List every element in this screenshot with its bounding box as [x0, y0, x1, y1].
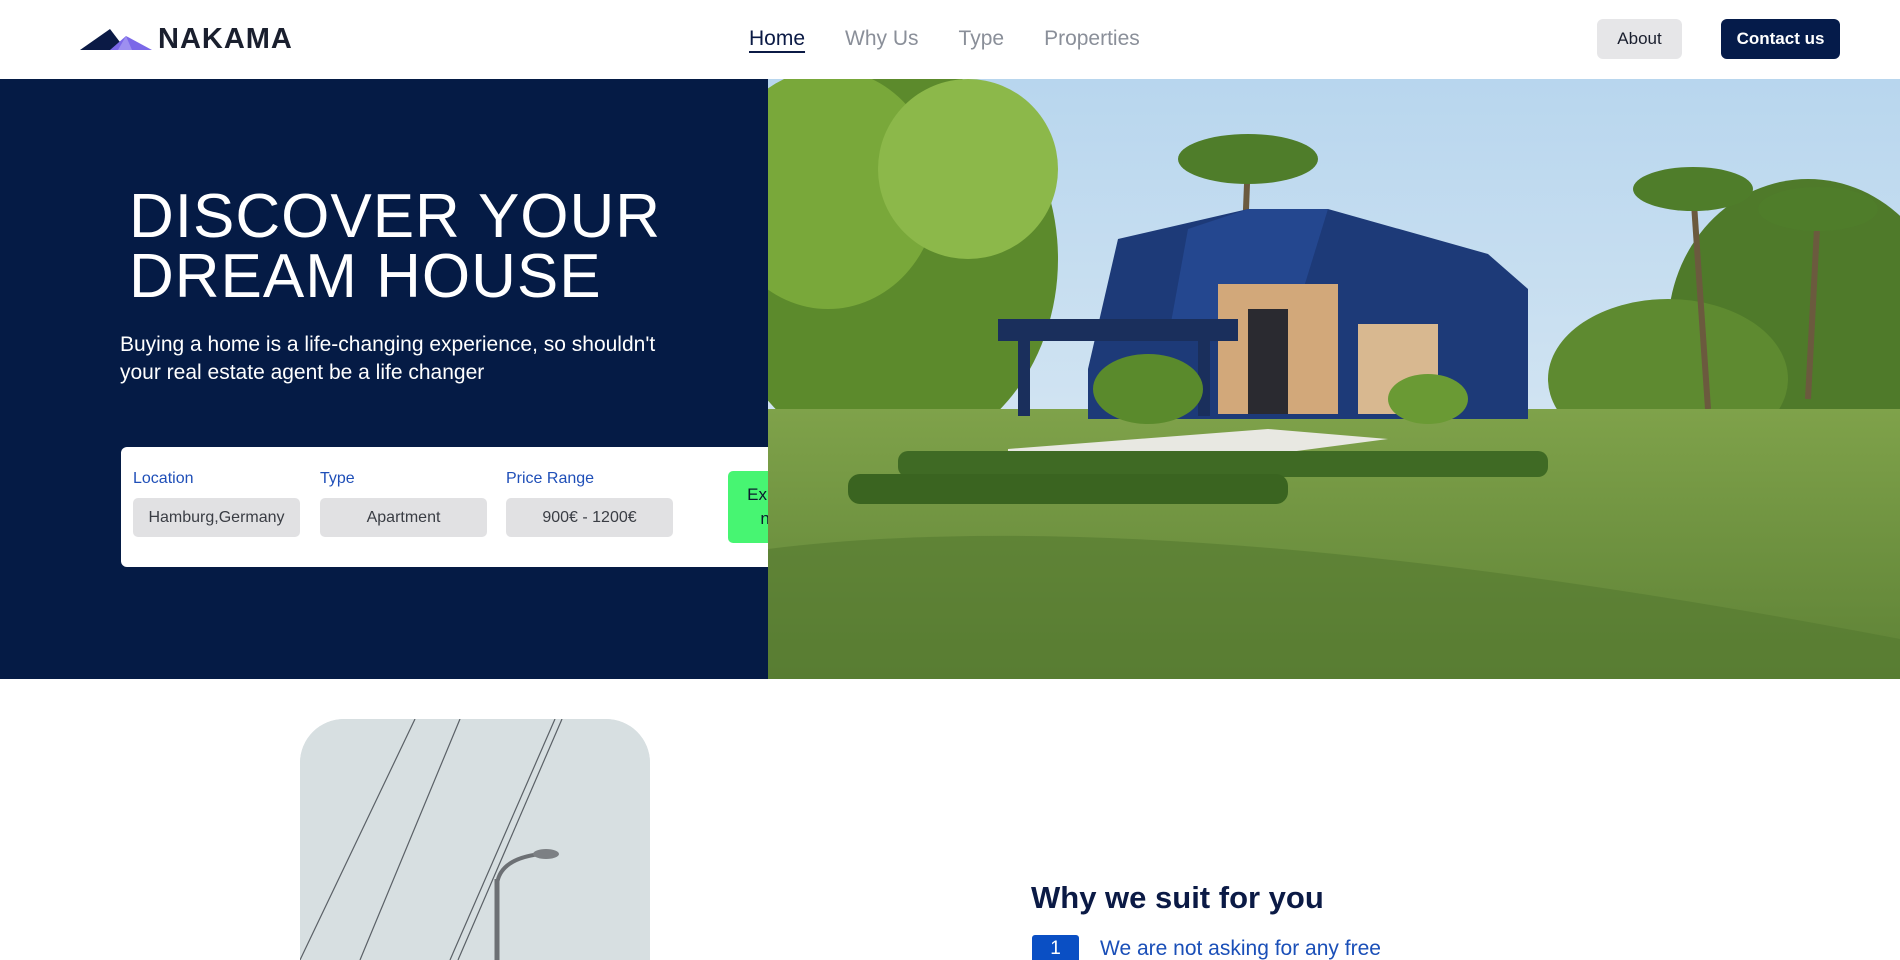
why-item-text: We are not asking for any free: [1100, 937, 1381, 960]
nav-link-home[interactable]: Home: [749, 25, 805, 53]
hero-house-image: [768, 79, 1900, 679]
why-section-photo: [300, 719, 650, 960]
contact-us-button[interactable]: Contact us: [1721, 19, 1840, 59]
type-field: Type Apartment: [320, 469, 487, 537]
mountain-logo-icon: [80, 29, 152, 50]
price-range-field: Price Range 900€ - 1200€: [506, 469, 673, 537]
hero-subtitle: Buying a home is a life-changing experie…: [120, 333, 656, 384]
price-range-label: Price Range: [506, 470, 595, 487]
property-search-card: Location Hamburg,Germany Type Apartment …: [121, 447, 871, 567]
type-label: Type: [320, 470, 355, 487]
hero-title-line-2: DREAM HOUSE: [129, 242, 602, 311]
nav-link-properties[interactable]: Properties: [1044, 25, 1140, 53]
top-navbar: NAKAMA Home Why Us Type Properties About…: [0, 0, 1900, 79]
why-list-item: 1 We are not asking for any free: [1032, 935, 1381, 960]
location-input[interactable]: Hamburg,Germany: [133, 498, 300, 537]
brand-name: NAKAMA: [158, 23, 293, 55]
hero-title-line-1: DISCOVER YOUR: [129, 182, 662, 251]
why-item-number: 1: [1032, 935, 1079, 960]
street-lamp-photo-icon: [300, 719, 650, 960]
location-label: Location: [133, 470, 194, 487]
hero-title: DISCOVER YOUR DREAM HOUSE: [129, 186, 729, 308]
why-section-title: Why we suit for you: [1031, 880, 1324, 915]
hero-panel: DISCOVER YOUR DREAM HOUSE Buying a home …: [0, 79, 871, 679]
nav-link-why-us[interactable]: Why Us: [845, 25, 919, 53]
modern-house-photo-icon: [768, 79, 1900, 679]
nav-link-type[interactable]: Type: [959, 25, 1005, 53]
nav-links: Home Why Us Type Properties: [749, 25, 1180, 53]
price-range-select[interactable]: 900€ - 1200€: [506, 498, 673, 537]
location-field: Location Hamburg,Germany: [133, 469, 300, 537]
about-button[interactable]: About: [1597, 19, 1682, 59]
brand-logo[interactable]: NAKAMA: [80, 24, 293, 54]
type-select[interactable]: Apartment: [320, 498, 487, 537]
